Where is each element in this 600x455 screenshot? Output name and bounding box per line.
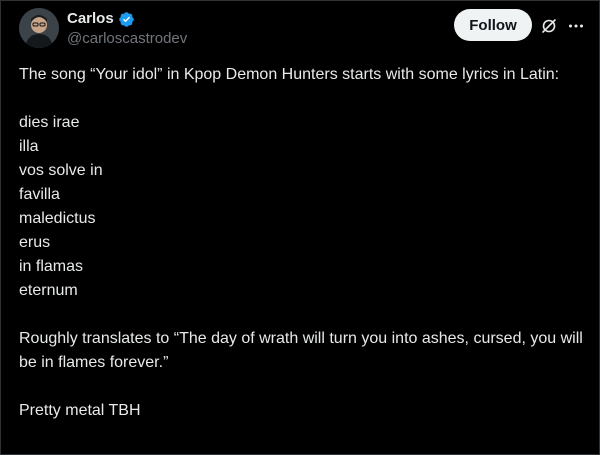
- avatar-image: [19, 8, 59, 48]
- verified-badge-icon: [118, 11, 135, 28]
- tweet-card: Carlos @carloscastrodev Follow The song …: [0, 0, 600, 455]
- author-name-row: Carlos: [67, 9, 135, 29]
- lyric-line: eternum: [19, 282, 78, 299]
- lyric-line: illa: [19, 138, 39, 155]
- post-body: The song “Your idol” in Kpop Demon Hunte…: [19, 63, 584, 423]
- lyric-line: in flamas: [19, 258, 84, 275]
- lyric-line: dies irae: [19, 114, 80, 131]
- post-closing: Pretty metal TBH: [19, 402, 141, 419]
- author-display-name[interactable]: Carlos: [67, 9, 114, 29]
- grok-icon[interactable]: [540, 17, 558, 35]
- lyric-line: erus: [19, 234, 51, 251]
- avatar[interactable]: [19, 8, 59, 48]
- lyric-line: favilla: [19, 186, 60, 203]
- post-translation: Roughly translates to “The day of wrath …: [19, 330, 583, 371]
- lyric-line: maledictus: [19, 210, 96, 227]
- lyrics-block: dies irae illa vos solve in favilla male…: [19, 111, 584, 303]
- author-handle[interactable]: @carloscastrodev: [67, 30, 187, 48]
- lyric-line: vos solve in: [19, 162, 103, 179]
- more-options-icon[interactable]: [567, 17, 585, 35]
- post-intro: The song “Your idol” in Kpop Demon Hunte…: [19, 66, 560, 83]
- follow-button[interactable]: Follow: [454, 9, 532, 41]
